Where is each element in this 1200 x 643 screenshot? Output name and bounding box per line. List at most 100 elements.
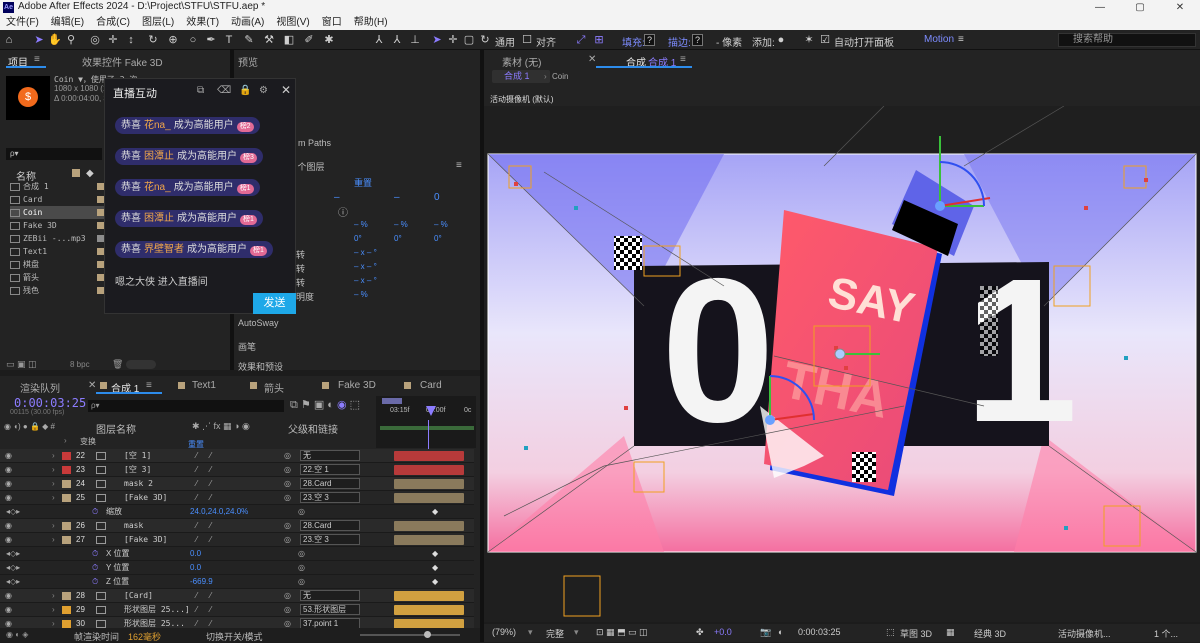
project-menu-icon[interactable]: ≡ [34,54,40,65]
label-chip[interactable] [62,466,71,474]
username[interactable]: 花na_ [144,120,171,131]
switch-shy-icon[interactable]: ⁄ [196,589,197,603]
parent-dropdown[interactable]: 无 [300,590,360,601]
eye-icon[interactable]: ◉ [5,606,15,614]
layer-duration-bar[interactable] [394,521,464,531]
keyframe-icon[interactable]: ◆ [432,561,438,575]
value-pct-3[interactable]: – % [434,220,448,229]
label-chip[interactable] [62,494,71,502]
resolution-dropdown[interactable]: 完整 [546,627,564,640]
viewer-menu-icon[interactable]: ≡ [680,54,686,65]
eraser-tool-icon[interactable]: ◧ [282,33,296,47]
layer-name[interactable]: [Card] [124,589,153,603]
pickwhip-icon[interactable]: ◎ [284,533,291,547]
tab-footage[interactable]: 素材 (无) [502,54,541,69]
effects-presets-label[interactable]: 效果和预设 [238,360,283,373]
renderer-dropdown[interactable]: 经典 3D [974,627,1006,640]
layer-duration-bar[interactable] [394,535,464,545]
lock-icon[interactable]: 🔒 [239,85,251,96]
expression-icon[interactable]: ◎ [298,561,305,575]
label-chip[interactable] [97,248,104,255]
switch-quality-icon[interactable]: ⁄ [210,519,211,533]
parent-dropdown[interactable]: 无 [300,450,360,461]
dolly-tool-icon[interactable]: ↕ [124,33,138,47]
menu-help[interactable]: 帮助(H) [348,15,394,30]
zoom-dropdown[interactable]: (79%) [492,627,516,637]
send-button[interactable]: 发送 [253,293,296,314]
layer-duration-bar[interactable] [394,591,464,601]
resolution-caret-icon[interactable]: ▾ [574,627,579,638]
type-tool-icon[interactable]: T [222,33,236,47]
label-chip[interactable] [62,480,71,488]
label-chip[interactable] [97,196,104,203]
switch-quality-icon[interactable]: ⁄ [210,491,211,505]
label-chip[interactable] [97,209,104,216]
autosway-label[interactable]: AutoSway [238,318,279,328]
pickwhip-icon[interactable]: ◎ [284,463,291,477]
breadcrumb-coin[interactable]: Coin [552,72,568,81]
layer-name[interactable]: mask 2 [124,477,153,491]
switch-quality-icon[interactable]: ⁄ [210,533,211,547]
eye-icon[interactable]: ◉ [5,620,15,628]
property-value[interactable]: 24.0,24.0,24.0% [190,505,248,519]
switch-shy-icon[interactable]: ⁄ [196,519,197,533]
restore-button[interactable]: ▢ [1120,0,1160,15]
value-pct-1[interactable]: – % [354,220,368,229]
eye-icon[interactable]: ◉ [5,522,15,530]
parent-dropdown[interactable]: 22.空 1 [300,464,360,475]
scroll-thumb[interactable] [126,360,156,369]
hand-tool-icon[interactable]: ✋ [48,33,62,47]
value-pct-2[interactable]: – % [394,220,408,229]
parent-dropdown[interactable]: 28.Card [300,520,360,531]
tab-close-icon[interactable]: ✕ [588,54,596,65]
eye-icon[interactable]: ◉ [5,592,15,600]
close-button[interactable]: ✕ [1160,0,1200,15]
3d-select-icon[interactable]: ➤ [430,33,444,47]
expand-arrow-icon[interactable]: › [52,449,55,463]
close-icon[interactable]: ✕ [281,83,291,97]
menu-window[interactable]: 窗口 [316,15,348,30]
pickwhip-icon[interactable]: ◎ [284,603,291,617]
zoom-tool-icon[interactable]: ⚲ [64,33,78,47]
expression-icon[interactable]: ◎ [298,575,305,589]
footer-icons[interactable]: ▭ ▣ ◫ [6,359,37,370]
value-1[interactable]: – [334,192,340,203]
label-chip[interactable] [97,222,104,229]
stopwatch-icon[interactable]: ⏱ [92,561,98,575]
project-item[interactable]: Text1 [10,245,104,258]
pickwhip-icon[interactable]: ◎ [284,589,291,603]
axis-local-icon[interactable]: ⅄ [372,33,386,47]
layer-duration-bar[interactable] [394,493,464,503]
project-item[interactable]: Fake 3D [10,219,104,232]
opacity-value[interactable]: – % [354,290,368,299]
orbit-tool-icon[interactable]: ◎ [88,33,102,47]
property-value[interactable]: 0.0 [190,547,201,561]
layer-name[interactable]: [Fake 3D] [124,533,167,547]
show-snapshot-icon[interactable]: ◐ [778,627,783,637]
layer-row[interactable]: ◉ › 29 形状图层 25...] ⁄ ⁄ ◎ 53.形状图层 [0,603,474,617]
exposure-value[interactable]: +0.0 [714,627,732,637]
anchor-tool-icon[interactable]: ⊕ [166,33,180,47]
tab-card[interactable]: Card [420,380,442,391]
property-row[interactable]: ◂◇▸ ⏱ X 位置 0.0 ◎ ◆ [0,547,474,561]
breadcrumb-comp1[interactable]: 合成 1 [492,70,550,83]
keyframe-icon[interactable]: ◆ [432,547,438,561]
expand-arrow-icon[interactable]: › [52,603,55,617]
zoom-slider-thumb[interactable] [424,631,431,638]
property-row[interactable]: ◂◇▸ ⏱ Y 位置 0.0 ◎ ◆ [0,561,474,575]
pickwhip-icon[interactable]: ◎ [284,491,291,505]
project-item[interactable]: ZEBii -...mp3 [10,232,104,245]
project-item[interactable]: Coin [10,206,104,219]
pen-tool-icon[interactable]: ✒ [204,33,218,47]
layer-name[interactable]: [空 3] [124,463,151,477]
ellipse-tool-icon[interactable]: ○ [186,33,200,47]
project-item[interactable]: 棋盘 [10,258,104,271]
switch-shy-icon[interactable]: ⁄ [196,449,197,463]
label-chip[interactable] [62,522,71,530]
popout-icon[interactable]: ⧉ [197,85,204,96]
tab-text1[interactable]: Text1 [192,380,216,391]
label-chip[interactable] [62,592,71,600]
camera-dropdown[interactable]: 活动摄像机... [1058,627,1111,640]
menu-layer[interactable]: 图层(L) [136,15,180,30]
axis-world-icon[interactable]: ⅄ [390,33,404,47]
